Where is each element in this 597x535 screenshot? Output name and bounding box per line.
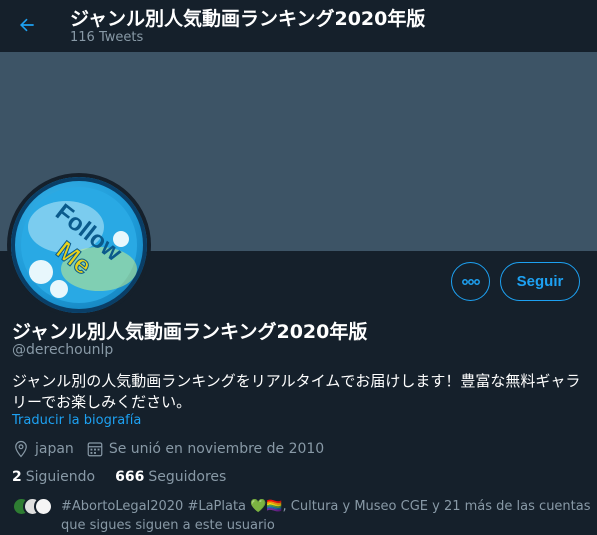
- location-pin-icon: [15, 440, 27, 458]
- more-options-button[interactable]: [451, 262, 490, 301]
- following-label: Siguiendo: [25, 469, 96, 485]
- location-item: japan: [12, 440, 74, 458]
- profile-name: ジャンル別人気動画ランキング2020年版: [12, 321, 368, 343]
- followers-link[interactable]: 666 Seguidores: [115, 469, 226, 485]
- joined-item: Se unió en noviembre de 2010: [86, 440, 324, 458]
- arrow-left-icon: [20, 18, 34, 32]
- top-bar: ジャンル別人気動画ランキング2020年版 116 Tweets: [0, 0, 597, 52]
- followed-by-avatars: [12, 497, 54, 517]
- mini-avatar: [34, 497, 53, 516]
- follow-button[interactable]: Seguir: [500, 262, 580, 301]
- follow-me-logo: Follow Me: [21, 187, 137, 303]
- more-dots-icon: [461, 278, 480, 285]
- calendar-icon: [87, 442, 103, 457]
- tweet-count: 116 Tweets: [70, 30, 144, 45]
- profile-meta: japan Se unió en noviembre de 2010: [12, 439, 336, 459]
- translate-bio-link[interactable]: Traducir la biografía: [12, 413, 141, 428]
- profile-bio: ジャンル別の人気動画ランキングをリアルタイムでお届けします！豊富な無料ギャラリー…: [12, 372, 581, 411]
- followers-label: Seguidores: [148, 469, 227, 485]
- avatar-image: Follow Me: [11, 177, 147, 313]
- followers-count: 666: [115, 469, 145, 485]
- profile-avatar[interactable]: Follow Me: [7, 173, 151, 317]
- back-button[interactable]: [10, 8, 44, 42]
- profile-handle: @derechounlp: [12, 342, 114, 358]
- followed-by-text: #AbortoLegal2020 #LaPlata 💚🏳️‍🌈, Cultura…: [61, 499, 591, 533]
- follow-stats: 2 Siguiendo 666 Seguidores: [12, 469, 246, 485]
- joined-text: Se unió en noviembre de 2010: [108, 441, 325, 457]
- following-link[interactable]: 2 Siguiendo: [12, 469, 95, 485]
- location-text: japan: [35, 441, 74, 457]
- followed-by-section[interactable]: #AbortoLegal2020 #LaPlata 💚🏳️‍🌈, Cultura…: [12, 497, 592, 535]
- header-title: ジャンル別人気動画ランキング2020年版: [70, 8, 426, 30]
- following-count: 2: [12, 469, 22, 485]
